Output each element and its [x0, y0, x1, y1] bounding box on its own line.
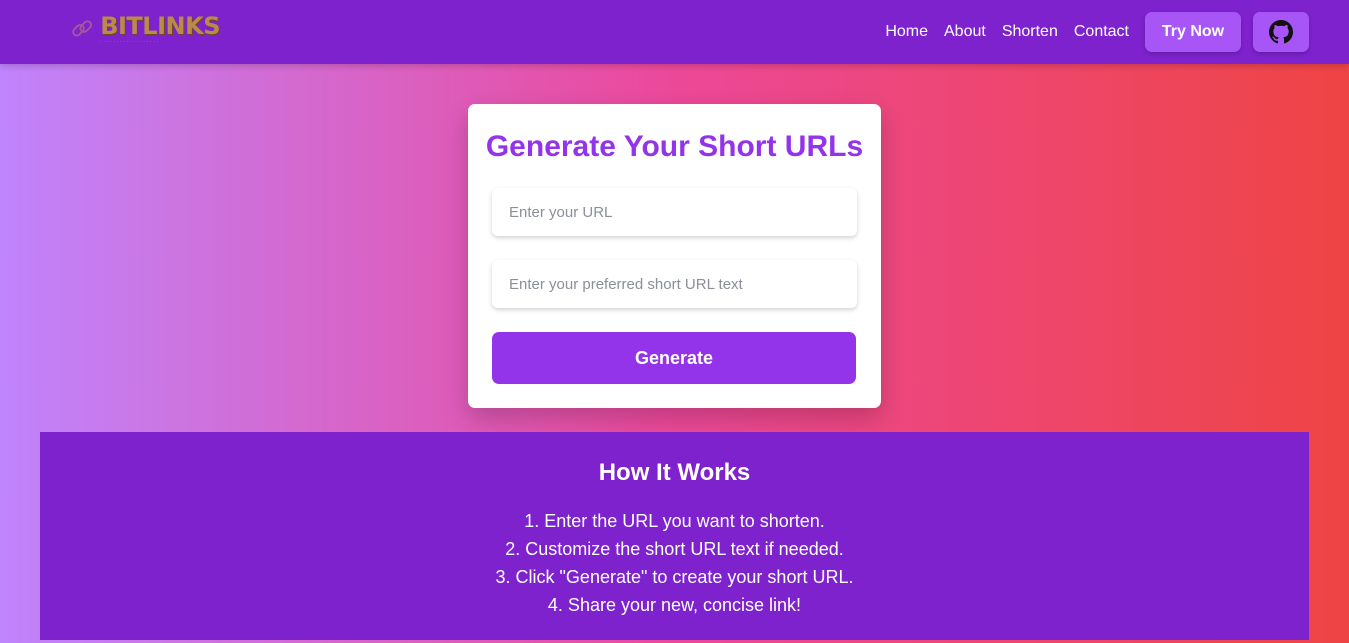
- shorten-card: Generate Your Short URLs Generate: [468, 104, 881, 408]
- navbar: BITLINKS ·················· Home About S…: [0, 0, 1349, 64]
- brand-tagline: ··················: [100, 39, 161, 44]
- how-step: 4. Share your new, concise link!: [547, 595, 802, 615]
- how-it-works-title: How It Works: [598, 459, 751, 486]
- nav-link-contact[interactable]: Contact: [1074, 23, 1129, 41]
- how-step: 3. Click "Generate" to create your short…: [495, 567, 854, 587]
- url-input[interactable]: [492, 188, 857, 236]
- how-step: 2. Customize the short URL text if neede…: [505, 539, 844, 559]
- brand-name: BITLINKS: [100, 12, 220, 40]
- github-icon: [1269, 20, 1293, 44]
- form-title: Generate Your Short URLs: [485, 130, 864, 163]
- github-button[interactable]: [1253, 12, 1309, 52]
- how-it-works-section: How It Works 1. Enter the URL you want t…: [40, 432, 1309, 640]
- how-it-works-steps: 1. Enter the URL you want to shorten. 2.…: [40, 507, 1309, 619]
- how-step: 1. Enter the URL you want to shorten.: [524, 511, 825, 531]
- chain-link-icon: [72, 20, 92, 37]
- generate-button[interactable]: Generate: [492, 332, 856, 384]
- nav-links: Home About Shorten Contact: [885, 0, 1129, 64]
- nav-link-home[interactable]: Home: [885, 23, 928, 41]
- try-now-button[interactable]: Try Now: [1145, 12, 1241, 52]
- nav-link-shorten[interactable]: Shorten: [1002, 23, 1058, 41]
- short-url-text-input[interactable]: [492, 260, 857, 308]
- nav-link-about[interactable]: About: [944, 23, 986, 41]
- brand-logo[interactable]: BITLINKS ··················: [70, 8, 220, 50]
